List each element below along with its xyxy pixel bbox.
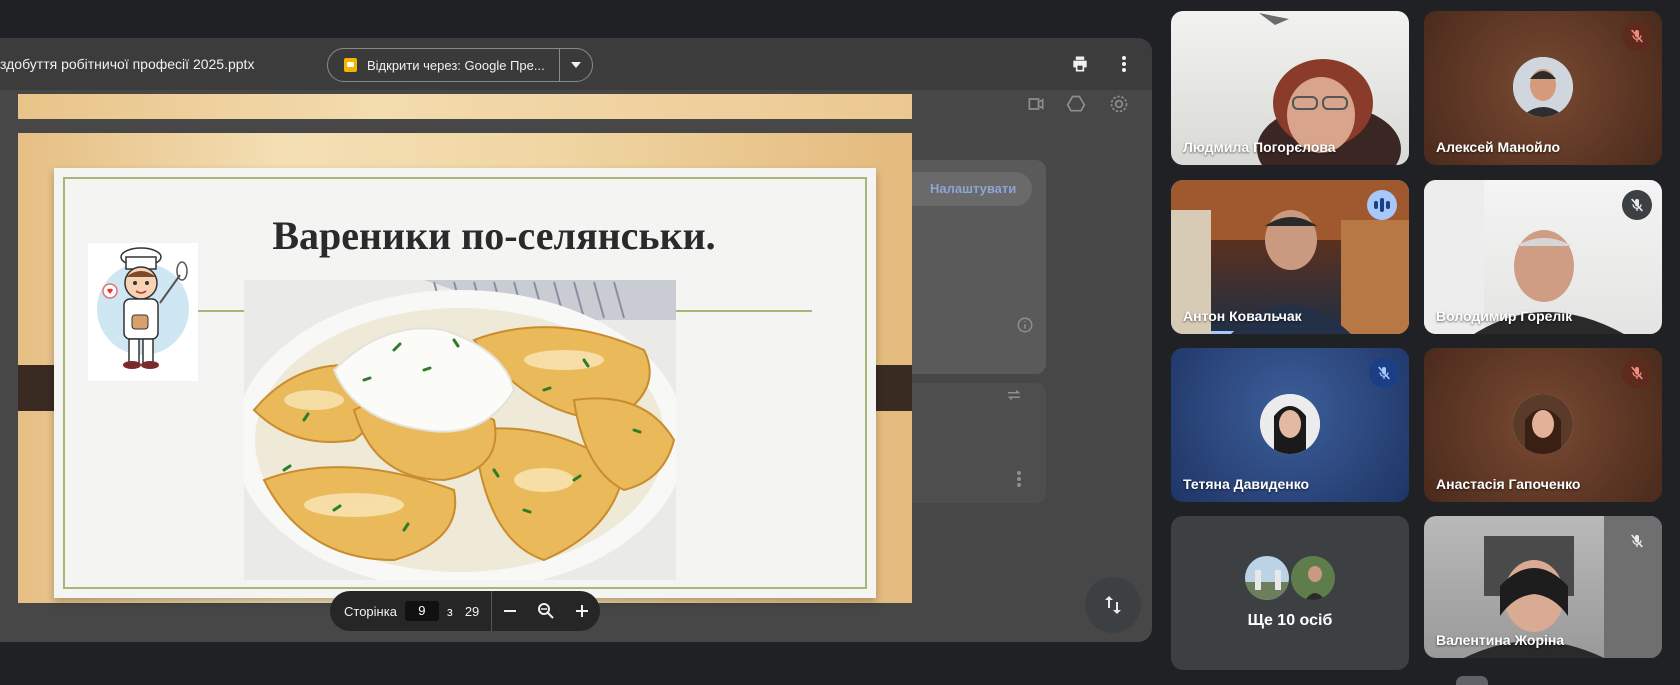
- participant-tile[interactable]: Людмила Погорєлова: [1171, 11, 1409, 165]
- minus-icon: [504, 610, 517, 612]
- participant-name: Тетяна Давиденко: [1183, 476, 1310, 492]
- presentation-viewer: Налаштувати здобуття робітничої професії…: [0, 38, 1152, 642]
- viewer-header: здобуття робітничої професії 2025.pptx В…: [0, 38, 1152, 90]
- more-vert-icon: [1122, 56, 1126, 72]
- mic-off-badge: [1622, 190, 1652, 220]
- print-button[interactable]: [1066, 50, 1094, 78]
- more-horiz-icon: [1016, 470, 1022, 493]
- mic-off-icon: [1631, 366, 1643, 380]
- background-pill: Налаштувати: [896, 172, 1032, 206]
- page-navigation-bar: Сторінка 9 з 29: [330, 591, 600, 631]
- mic-off-icon: [1631, 534, 1643, 548]
- settings-icon: [1109, 94, 1129, 119]
- page-of-label: з: [446, 603, 453, 619]
- participant-name: Антон Ковальчак: [1183, 308, 1302, 324]
- mic-off-badge: [1369, 358, 1399, 388]
- speaking-indicator: [1367, 190, 1397, 220]
- info-icon: [1016, 316, 1034, 339]
- participant-tile[interactable]: Володимир Горелік: [1424, 180, 1662, 334]
- repeat-icon: [1005, 386, 1023, 409]
- page-total: 29: [464, 603, 480, 619]
- mic-off-badge: [1622, 21, 1652, 51]
- zoom-out-button[interactable]: [492, 591, 528, 631]
- swap-layout-button[interactable]: [1085, 577, 1141, 633]
- slide-page: Вареники по-селянськи.: [18, 133, 912, 603]
- open-with-button-group: Відкрити через: Google Пре...: [327, 48, 593, 82]
- participant-tile[interactable]: Алексей Манойло: [1424, 11, 1662, 165]
- mic-off-badge: [1622, 526, 1652, 556]
- google-slides-icon: [344, 58, 357, 72]
- open-with-label: Відкрити через: Google Пре...: [367, 57, 545, 73]
- dumplings-photo: [244, 280, 676, 580]
- mic-off-icon: [1631, 29, 1643, 43]
- print-icon: [1073, 56, 1087, 72]
- zoom-icon: [538, 603, 554, 619]
- avatar: [1289, 554, 1337, 602]
- more-options-button[interactable]: [1110, 50, 1138, 78]
- participant-name: Людмила Погорєлова: [1183, 139, 1336, 155]
- arrow-drop-down-icon: [570, 62, 581, 68]
- zoom-in-button[interactable]: [564, 591, 600, 631]
- participant-name: Валентина Жоріна: [1436, 632, 1565, 648]
- mic-off-badge: [1622, 358, 1652, 388]
- participant-tile[interactable]: Валентина Жоріна: [1424, 516, 1662, 658]
- page-label: Сторінка: [344, 603, 397, 619]
- more-participants-tile[interactable]: Ще 10 осіб: [1171, 516, 1409, 670]
- avatar: [1513, 394, 1573, 454]
- drive-icon: [1066, 94, 1086, 119]
- zoom-reset-button[interactable]: [528, 591, 564, 631]
- avatar: [1243, 554, 1291, 602]
- participant-tile[interactable]: Анастасія Гапоченко: [1424, 348, 1662, 502]
- participant-name: Алексей Манойло: [1436, 139, 1560, 155]
- avatar: [1260, 394, 1320, 454]
- mic-off-icon: [1378, 366, 1390, 380]
- slide-content: Вареники по-селянськи.: [54, 168, 876, 598]
- previous-slide-thumbnail[interactable]: [18, 94, 912, 119]
- mic-off-icon: [1631, 198, 1643, 212]
- avatar: [1513, 57, 1573, 117]
- more-participants-label: Ще 10 осіб: [1247, 612, 1333, 629]
- open-with-dropdown-button[interactable]: [560, 49, 592, 81]
- participant-tile-active[interactable]: Антон Ковальчак: [1171, 180, 1409, 334]
- chef-illustration: [88, 243, 198, 381]
- more-avatars-stack: [1243, 554, 1337, 602]
- slide-divider-left: [194, 310, 244, 312]
- page-number-input[interactable]: 9: [404, 601, 439, 621]
- people-count-badge[interactable]: [1456, 676, 1488, 685]
- participant-tile[interactable]: Тетяна Давиденко: [1171, 348, 1409, 502]
- slide-divider-right: [674, 310, 812, 312]
- participant-name: Володимир Горелік: [1436, 308, 1573, 324]
- video-icon: [1026, 94, 1046, 119]
- plus-icon: [576, 605, 589, 617]
- meet-window: Налаштувати здобуття робітничої професії…: [0, 0, 1680, 685]
- participant-name: Анастасія Гапоченко: [1436, 476, 1581, 492]
- open-with-button[interactable]: Відкрити через: Google Пре...: [328, 49, 560, 81]
- swap-vert-icon: [1105, 596, 1121, 614]
- file-title: здобуття робітничої професії 2025.pptx: [0, 56, 255, 72]
